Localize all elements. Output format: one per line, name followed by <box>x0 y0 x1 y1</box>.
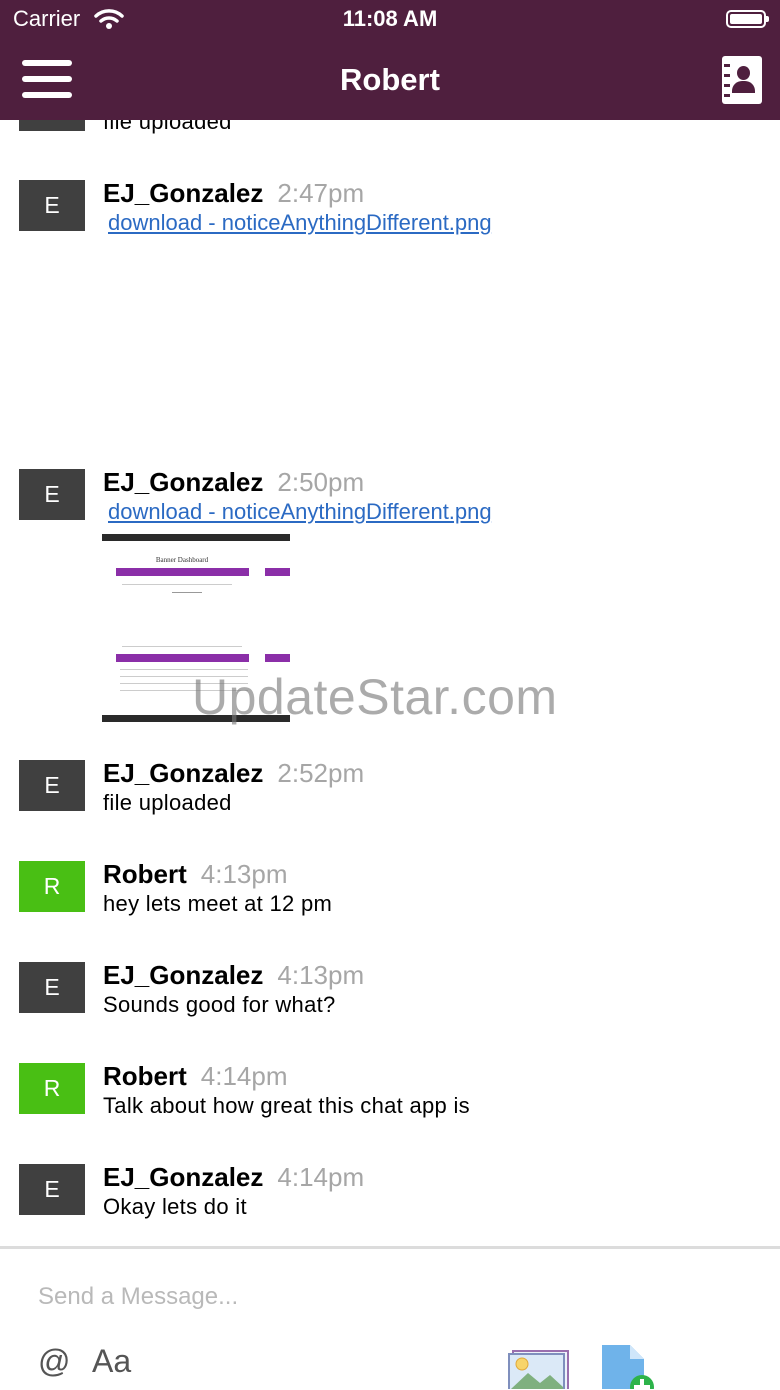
avatar: E <box>19 962 85 1013</box>
message-input[interactable] <box>38 1283 738 1311</box>
avatar: E <box>19 1164 85 1215</box>
message-time: 4:14pm <box>200 1061 288 1091</box>
message-author: Robert 4:13pm <box>103 859 288 889</box>
attachment-link[interactable]: download - noticeAnythingDifferent.png <box>108 210 492 236</box>
file-add-icon[interactable] <box>600 1343 660 1389</box>
avatar: R <box>19 861 85 912</box>
watermark: UpdateStar.com <box>192 669 558 725</box>
avatar: R <box>19 1063 85 1114</box>
message-author: EJ_Gonzalez 4:14pm <box>103 1162 365 1192</box>
format-button[interactable]: Aa <box>92 1343 131 1380</box>
message-author: EJ_Gonzalez 2:52pm <box>103 758 365 788</box>
thumbnail-title: Banner Dashboard <box>155 556 209 564</box>
avatar: E <box>19 760 85 811</box>
message-author: EJ_Gonzalez 2:47pm <box>103 178 365 208</box>
message-time: 4:14pm <box>277 1162 365 1192</box>
message-text: Talk about how great this chat app is <box>103 1093 470 1118</box>
avatar: E <box>19 180 85 231</box>
message-text: file uploaded <box>103 790 232 815</box>
message-time: 2:47pm <box>277 178 365 208</box>
avatar: E <box>19 469 85 520</box>
message-time: 4:13pm <box>277 960 365 990</box>
status-time: 11:08 AM <box>342 6 438 31</box>
message-time: 4:13pm <box>200 859 288 889</box>
message-text: Okay lets do it <box>103 1194 247 1219</box>
message-author: EJ_Gonzalez 2:50pm <box>103 467 365 497</box>
message-text: file uploaded <box>103 120 232 134</box>
battery-icon <box>726 10 769 28</box>
contact-book-icon[interactable] <box>722 56 762 104</box>
message-text: Sounds good for what? <box>103 992 336 1017</box>
message-time: 2:50pm <box>277 467 365 497</box>
mention-button[interactable]: @ <box>38 1343 70 1380</box>
message-composer: @ Aa <box>0 1246 780 1390</box>
message-time: 2:52pm <box>277 758 365 788</box>
image-picker-icon[interactable] <box>506 1349 570 1389</box>
message-author: Robert 4:14pm <box>103 1061 288 1091</box>
message-author: EJ_Gonzalez 4:13pm <box>103 960 365 990</box>
attachment-link[interactable]: download - noticeAnythingDifferent.png <box>108 499 492 525</box>
nav-header: Carrier 11:08 AM Robert <box>0 0 780 120</box>
avatar: E <box>19 120 85 131</box>
page-title: Robert <box>340 62 440 97</box>
message-text: hey lets meet at 12 pm <box>103 891 333 916</box>
